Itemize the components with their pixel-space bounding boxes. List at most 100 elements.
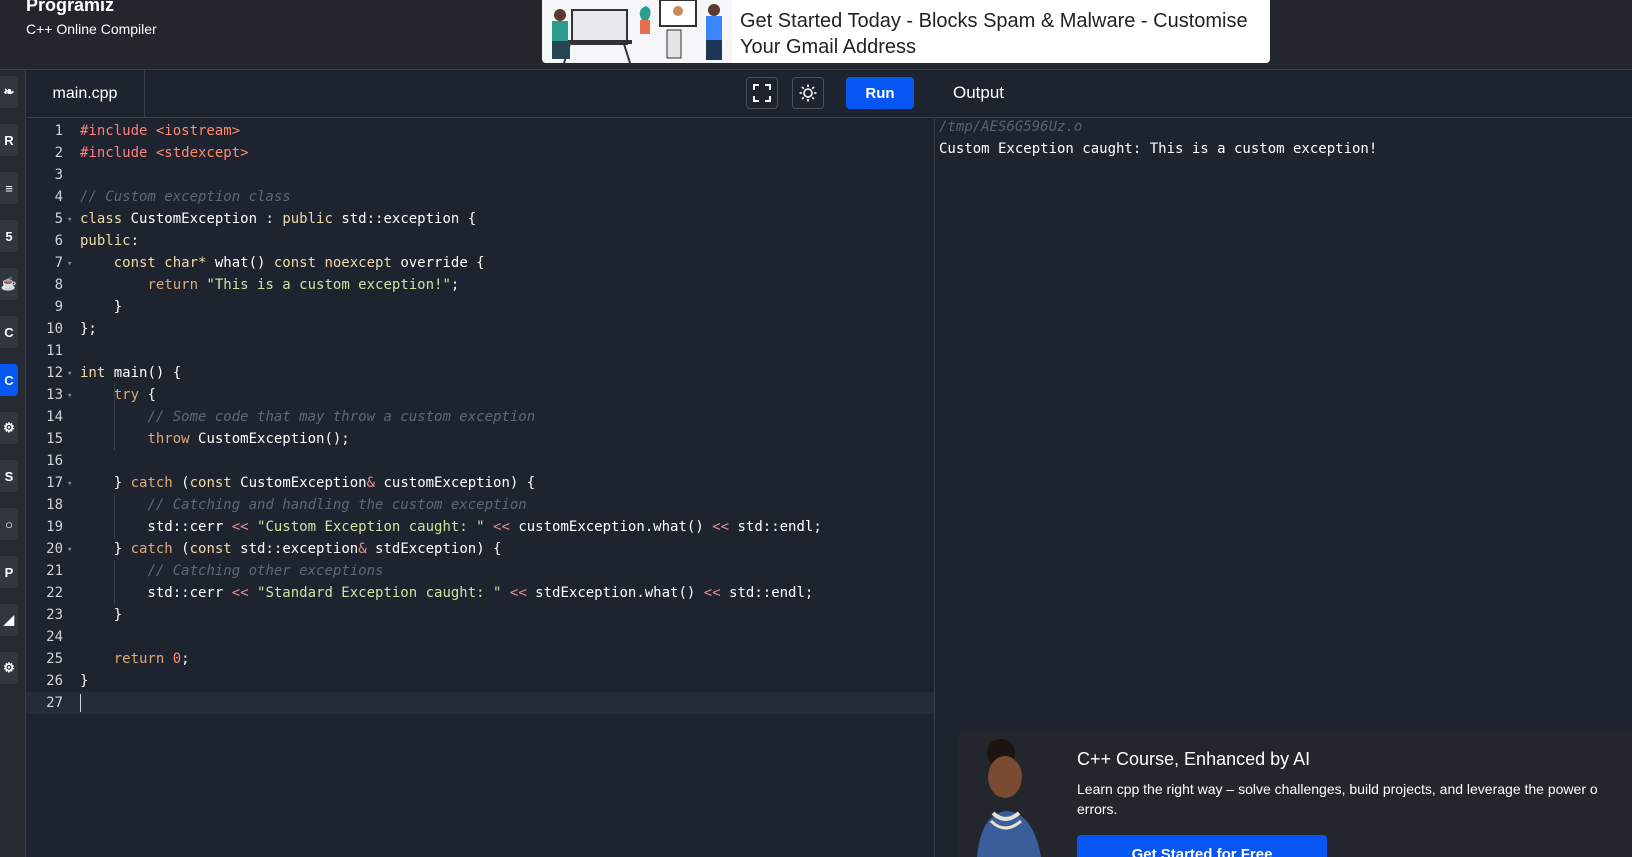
rail-python-button[interactable]: ❧ — [0, 76, 18, 108]
code-line[interactable]: 2 #include <stdexcept> — [26, 142, 934, 164]
line-number: 7 — [54, 255, 63, 271]
rail-c-button[interactable]: C — [0, 316, 18, 348]
rail-r-button[interactable]: R — [0, 124, 18, 156]
code-text: return 0; — [113, 651, 190, 667]
rail-java-button[interactable]: ☕ — [0, 268, 18, 300]
code-line[interactable]: 26} — [26, 670, 934, 692]
cpp-icon: C — [4, 372, 14, 388]
line-number: 19 — [46, 519, 63, 535]
rail-js-button[interactable]: S — [0, 460, 18, 492]
get-started-button[interactable]: Get Started for Free — [1077, 835, 1327, 857]
fold-arrow-icon[interactable]: ▾ — [67, 473, 72, 495]
code-text: #include <stdexcept> — [80, 145, 249, 161]
line-number: 21 — [46, 563, 63, 579]
indent-guide — [114, 560, 115, 604]
line-number: 17 — [46, 475, 63, 491]
code-line[interactable]: 8 return "This is a custom exception!"; — [26, 274, 934, 296]
code-text: // Some code that may throw a custom exc… — [147, 409, 536, 425]
line-number: 26 — [46, 673, 63, 689]
line-number: 9 — [54, 299, 63, 315]
rail-rust-button[interactable]: ⚙ — [0, 652, 18, 684]
code-line[interactable]: 7 ▾ const char* what() const noexcept ove… — [26, 252, 934, 274]
r-icon: R — [4, 132, 14, 148]
c-icon: C — [4, 324, 14, 340]
run-button[interactable]: Run — [846, 77, 914, 109]
code-text: class CustomException : public std::exce… — [80, 211, 477, 227]
fold-arrow-icon[interactable]: ▾ — [67, 385, 72, 407]
code-line[interactable]: 14 // Some code that may throw a custom … — [26, 406, 934, 428]
code-line[interactable]: 20 ▾ } catch (const std::exception& stdEx… — [26, 538, 934, 560]
ad-banner[interactable]: Get Started Today - Blocks Spam & Malwar… — [542, 0, 1270, 63]
code-line[interactable]: 9 } — [26, 296, 934, 318]
theme-toggle-button[interactable] — [792, 77, 824, 109]
code-text: try { — [113, 387, 156, 403]
code-line[interactable]: 11 — [26, 340, 934, 362]
rail-sql-button[interactable]: ≡ — [0, 172, 18, 204]
code-line[interactable]: 4 // Custom exception class — [26, 186, 934, 208]
rail-go-button[interactable]: ○ — [0, 508, 18, 540]
code-line[interactable]: 5 ▾ class CustomException : public std::ex… — [26, 208, 934, 230]
line-number: 5 — [54, 211, 63, 227]
ad-illustration — [542, 0, 732, 63]
code-line[interactable]: 23 } — [26, 604, 934, 626]
code-line[interactable]: 22 std::cerr << "Standard Exception caug… — [26, 582, 934, 604]
code-line[interactable]: 10}; — [26, 318, 934, 340]
fullscreen-icon — [753, 84, 771, 102]
course-promo[interactable]: C++ Course, Enhanced by AI Learn cpp the… — [957, 731, 1632, 857]
output-text: Custom Exception caught: This is a custo… — [939, 141, 1378, 157]
sun-icon — [799, 84, 817, 102]
code-line[interactable]: 17 ▾ } catch (const CustomException& cust… — [26, 472, 934, 494]
code-text: // Custom exception class — [80, 189, 291, 205]
output-title: Output — [953, 83, 1005, 102]
code-line[interactable]: 16 — [26, 450, 934, 472]
line-number: 18 — [46, 497, 63, 513]
line-number: 12 — [46, 365, 63, 381]
php-icon: P — [4, 564, 14, 580]
code-line[interactable]: 19 std::cerr << "Custom Exception caught… — [26, 516, 934, 538]
html-icon: 5 — [5, 228, 13, 244]
sql-icon: ≡ — [5, 180, 13, 196]
code-line[interactable]: 13 ▾ try { — [26, 384, 934, 406]
code-text: } — [80, 673, 89, 689]
promo-title: C++ Course, Enhanced by AI — [1077, 749, 1311, 769]
editor-header: main.cpp Run — [26, 70, 934, 118]
line-number: 6 — [54, 233, 63, 249]
line-number: 8 — [54, 277, 63, 293]
rail-swift-button[interactable]: ◢ — [0, 604, 18, 636]
go-icon: ○ — [5, 516, 13, 532]
promo-description-line-1: Learn cpp the right way – solve challeng… — [1077, 781, 1598, 797]
fold-arrow-icon[interactable]: ▾ — [67, 253, 72, 275]
code-line[interactable]: 18 // Catching and handling the custom e… — [26, 494, 934, 516]
fold-arrow-icon[interactable]: ▾ — [67, 209, 72, 231]
line-number: 23 — [46, 607, 63, 623]
brand-subtitle: C++ Online Compiler — [26, 21, 157, 37]
code-text: std::cerr << "Standard Exception caught:… — [80, 585, 814, 601]
rail-php-button[interactable]: P — [0, 556, 18, 588]
ad-headline[interactable]: Get Started Today - Blocks Spam & Malwar… — [740, 8, 1260, 60]
code-line[interactable]: 3 — [26, 164, 934, 186]
csharp-icon: ⚙ — [3, 420, 15, 435]
code-line[interactable]: 12 ▾ int main() { — [26, 362, 934, 384]
fullscreen-button[interactable] — [746, 77, 778, 109]
code-text: } — [80, 607, 123, 623]
file-tab-main-cpp[interactable]: main.cpp — [26, 70, 145, 117]
code-line[interactable]: 1 #include <iostream> — [26, 120, 934, 142]
code-text: public: — [80, 233, 140, 249]
line-number: 10 — [46, 321, 63, 337]
rail-cpp-button[interactable]: C — [0, 364, 18, 396]
fold-arrow-icon[interactable]: ▾ — [67, 363, 72, 385]
rail-html-button[interactable]: 5 — [0, 220, 18, 252]
code-line[interactable]: 21 // Catching other exceptions — [26, 560, 934, 582]
code-line[interactable]: 6 public: — [26, 230, 934, 252]
code-line[interactable]: 25 return 0; — [26, 648, 934, 670]
rail-csharp-button[interactable]: ⚙ — [0, 412, 18, 444]
line-number: 1 — [54, 123, 63, 139]
code-line[interactable]: 27 — [26, 692, 934, 714]
code-line[interactable]: 24 — [26, 626, 934, 648]
code-text: } catch (const std::exception& stdExcept… — [80, 541, 502, 557]
code-line[interactable]: 15 throw CustomException(); — [26, 428, 934, 450]
fold-arrow-icon[interactable]: ▾ — [67, 539, 72, 561]
line-number: 3 — [54, 167, 63, 183]
code-editor[interactable]: 1 #include <iostream> 2 #include <stdexcept… — [26, 118, 935, 857]
brand[interactable]: Programiz C++ Online Compiler — [26, 0, 157, 37]
